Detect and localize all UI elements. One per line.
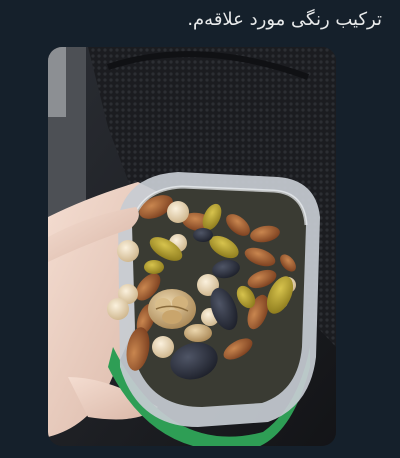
mixed-nuts-photo: [48, 47, 336, 446]
tweet-text: ترکیب رنگی مورد علاقه‌م.: [187, 9, 382, 30]
tweet-media-photo[interactable]: [48, 47, 336, 446]
